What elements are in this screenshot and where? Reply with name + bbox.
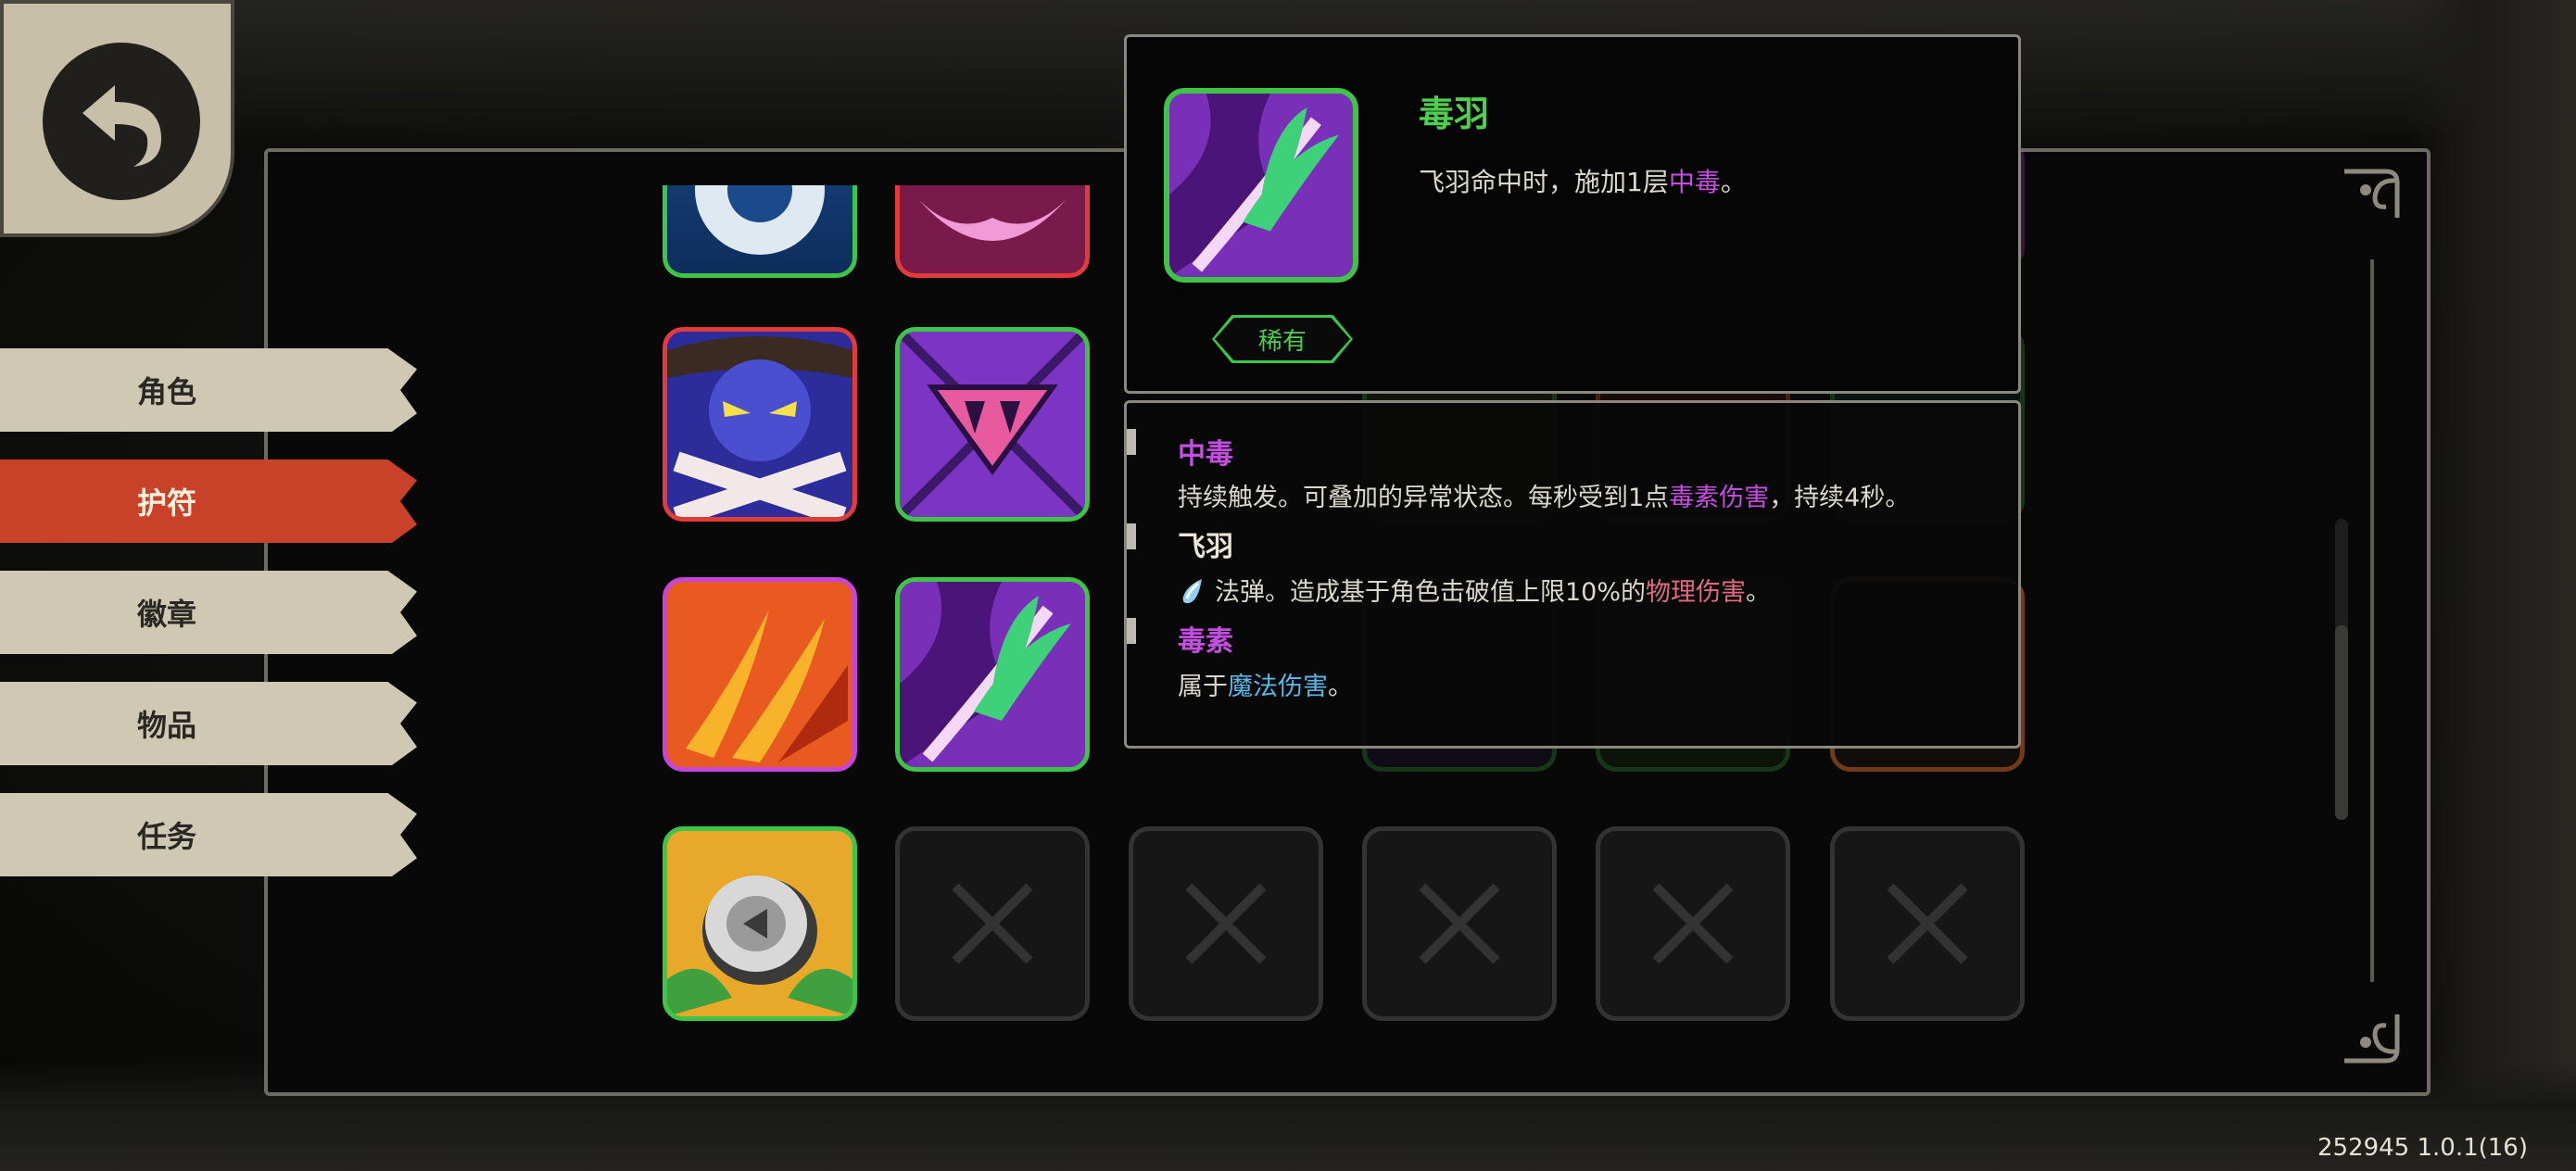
keyword-marker [1127,429,1136,455]
charm-slot[interactable] [895,327,1090,522]
tab-label: 护符 [136,485,196,521]
fire-claw-icon [667,582,852,767]
keyword-text: 。 [1328,673,1353,701]
tooltip-item-name: 毒羽 [1419,94,1490,134]
scrollbar-thumb[interactable] [2335,625,2348,820]
corner-ornament-icon [2344,1014,2400,1064]
tooltip-item-description: 飞羽命中时，施加1层中毒。 [1419,162,1747,199]
keyword-marker [1127,618,1136,644]
tab-label: 徽章 [136,597,196,632]
keyword-marker [1127,523,1136,549]
tab-charm[interactable]: 护符 [0,460,417,543]
keyword-text: 。 [1746,578,1772,607]
tab-label: 任务 [136,819,196,854]
corner-ornament-icon [2344,169,2400,218]
rock-border-right [2409,0,2576,1171]
empty-slot-x-icon [1419,883,1500,964]
item-tooltip: 毒羽 飞羽命中时，施加1层中毒。 稀有 [1124,34,2021,394]
keyword-link: 魔法伤害 [1228,673,1328,701]
tab-items[interactable]: 物品 [0,682,417,765]
rarity-badge: 稀有 [1212,315,1353,363]
keyword-title: 飞羽 [1178,531,1233,563]
tab-label: 物品 [136,708,196,743]
rarity-label: 稀有 [1215,318,1350,360]
keyword-link: 毒素伤害 [1669,484,1770,512]
panel-side-rail [2370,259,2374,982]
tab-label: 角色 [136,374,196,409]
empty-slot-x-icon [1652,883,1734,964]
empty-slot[interactable] [1129,826,1323,1021]
back-button[interactable] [0,0,234,237]
charm-slot[interactable] [895,577,1090,772]
desc-text: 飞羽命中时，施加1层 [1419,167,1669,197]
keyword-title: 毒素 [1178,625,1233,658]
silver-coin-icon [667,831,852,1016]
keyword-tooltip: 中毒 持续触发。可叠加的异常状态。每秒受到1点毒素伤害，持续4秒。 飞羽 法弹。… [1124,400,2021,749]
tab-quests[interactable]: 任务 [0,793,417,876]
desc-keyword-poison: 中毒 [1668,167,1721,197]
desc-text: 。 [1720,167,1747,197]
charm-slot[interactable] [663,826,857,1021]
empty-slot-x-icon [1185,883,1267,964]
keyword-text: 持续触发。可叠加的异常状态。每秒受到1点 [1178,484,1670,512]
keyword-description: 属于魔法伤害。 [1178,666,1353,702]
poison-feather-icon [1169,94,1353,277]
empty-slot-x-icon [1887,883,1968,964]
keyword-text: 属于 [1178,673,1228,701]
empty-slot[interactable] [895,826,1090,1021]
empty-slot[interactable] [1596,826,1790,1021]
keyword-text: 法弹。造成基于角色击破值上限10%的 [1215,578,1647,607]
warning-triangles-icon [900,332,1085,517]
charm-slot[interactable] [663,327,857,522]
version-label: 252945 1.0.1(16) [2317,1134,2528,1162]
charm-slot[interactable] [663,577,857,772]
keyword-link: 物理伤害 [1646,578,1747,607]
back-arrow-icon [82,85,161,167]
tab-badge[interactable]: 徽章 [0,571,417,654]
tab-character[interactable]: 角色 [0,348,417,432]
empty-slot[interactable] [1362,826,1557,1021]
poison-feather-icon [900,582,1085,767]
tooltip-item-icon [1164,88,1358,283]
projectile-drop-icon [1182,579,1202,604]
masked-bandit-icon [667,332,852,517]
empty-slot-x-icon [952,883,1033,964]
keyword-description: 法弹。造成基于角色击破值上限10%的物理伤害。 [1178,572,1771,608]
keyword-description: 持续触发。可叠加的异常状态。每秒受到1点毒素伤害，持续4秒。 [1178,477,1910,513]
keyword-title: 中毒 [1178,438,1233,471]
keyword-text: ，持续4秒。 [1769,484,1911,512]
empty-slot[interactable] [1830,826,2025,1021]
